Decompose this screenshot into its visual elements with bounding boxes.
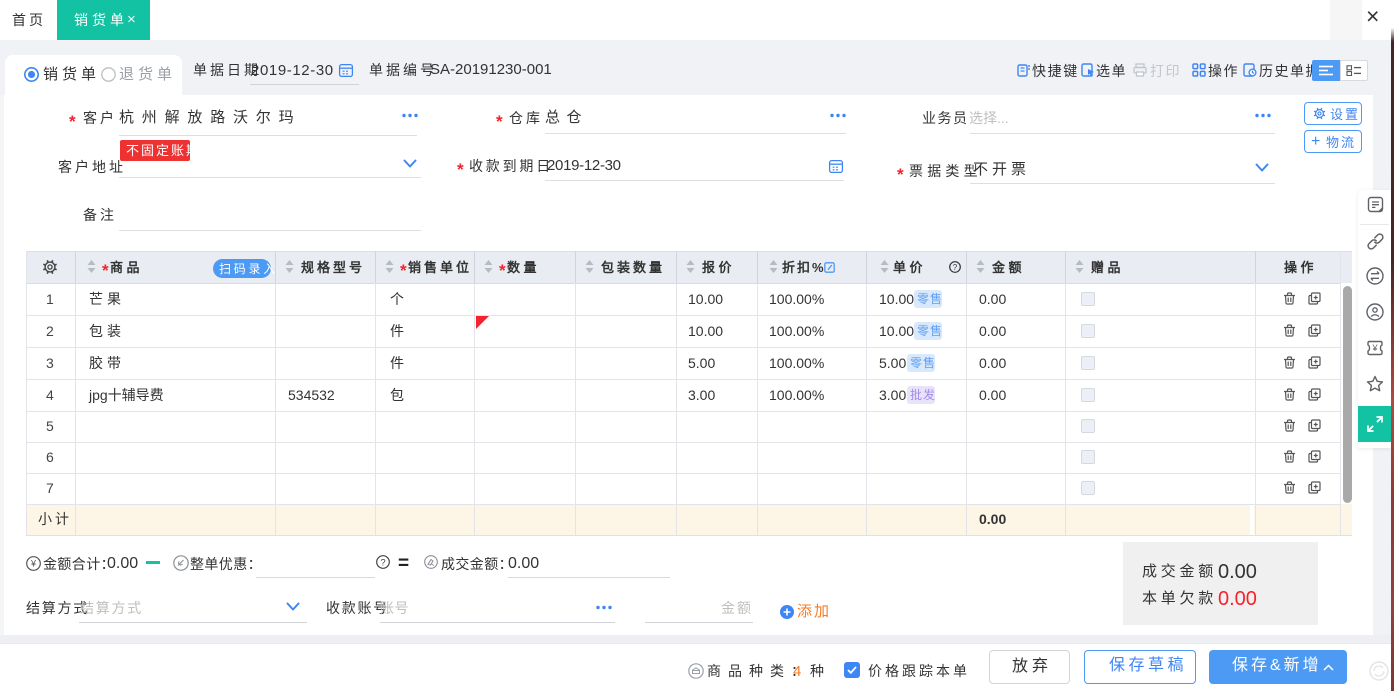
svg-text:¥: ¥ — [30, 559, 37, 569]
svg-text:?: ? — [380, 557, 385, 568]
svg-text:?: ? — [953, 263, 958, 272]
svg-text:¥: ¥ — [1371, 343, 1378, 353]
